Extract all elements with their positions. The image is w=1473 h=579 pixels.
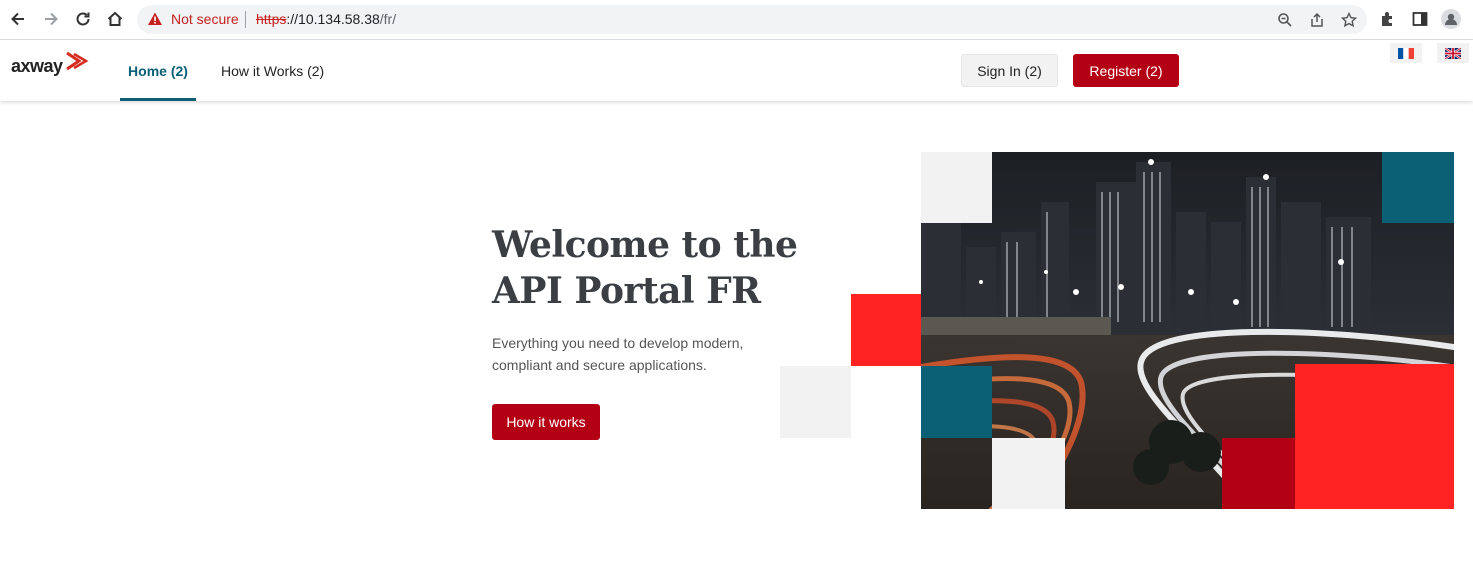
french-flag-icon[interactable] <box>1390 43 1422 63</box>
nav-home-label: Home (2) <box>128 62 188 79</box>
url-host: ://10.134.58.38 <box>286 11 380 27</box>
uk-flag-icon[interactable] <box>1437 43 1469 63</box>
browser-toolbar: Not secure https://10.134.58.38/fr/ <box>0 0 1473 40</box>
how-it-works-button[interactable]: How it works <box>492 404 600 440</box>
zoom-icon[interactable] <box>1276 11 1294 29</box>
extensions-icon[interactable] <box>1378 9 1398 29</box>
hero-title-line-2: API Portal FR <box>492 270 761 312</box>
share-icon[interactable] <box>1308 11 1326 29</box>
home-button[interactable] <box>102 6 128 32</box>
hero-title: Welcome to the API Portal FR <box>492 222 812 314</box>
arrow-right-icon <box>45 12 58 26</box>
hero-subtitle-line-2: compliant and secure applications. <box>492 357 707 373</box>
axway-chevron-icon <box>65 51 89 71</box>
reload-icon <box>76 12 90 26</box>
decor-tile-darkred <box>1222 438 1295 509</box>
decor-tile-red-left <box>851 294 921 366</box>
site-header: axway Home (2) How it Works (2) Sign In … <box>0 40 1473 101</box>
security-status[interactable]: Not secure <box>171 11 239 27</box>
arrow-left-icon <box>11 12 24 26</box>
decor-tile-gray-top <box>921 152 992 223</box>
axway-logo[interactable]: axway <box>11 51 91 81</box>
decor-tile-teal-bottom <box>921 366 992 438</box>
divider <box>245 11 246 28</box>
sign-in-button[interactable]: Sign In (2) <box>961 54 1058 87</box>
warning-icon[interactable] <box>147 11 163 32</box>
url-scheme: https <box>256 11 287 27</box>
forward-button[interactable] <box>38 6 64 32</box>
bookmark-star-icon[interactable] <box>1340 11 1358 29</box>
logo-text: axway <box>11 55 63 76</box>
reload-button[interactable] <box>70 6 96 32</box>
nav-how-it-works-label: How it Works (2) <box>221 62 325 79</box>
url-text[interactable]: https://10.134.58.38/fr/ <box>256 11 396 27</box>
back-button[interactable] <box>5 6 31 32</box>
decor-tile-teal-top <box>1382 152 1454 223</box>
home-icon <box>107 11 123 26</box>
register-button[interactable]: Register (2) <box>1073 54 1179 87</box>
address-bar[interactable]: Not secure https://10.134.58.38/fr/ <box>137 5 1367 34</box>
side-panel-icon[interactable] <box>1410 9 1430 29</box>
nav-how-it-works[interactable]: How it Works (2) <box>221 40 324 101</box>
hero-subtitle: Everything you need to develop modern, c… <box>492 332 792 376</box>
profile-avatar-icon[interactable] <box>1441 9 1461 29</box>
decor-tile-red-large <box>1295 364 1454 509</box>
hero-subtitle-line-1: Everything you need to develop modern, <box>492 335 744 351</box>
url-path: /fr/ <box>379 11 397 27</box>
hero-title-line-1: Welcome to the <box>492 224 798 266</box>
nav-home[interactable]: Home (2) <box>120 40 196 101</box>
decor-tile-gray-left <box>780 366 851 438</box>
decor-tile-gray-bottom <box>992 438 1065 509</box>
